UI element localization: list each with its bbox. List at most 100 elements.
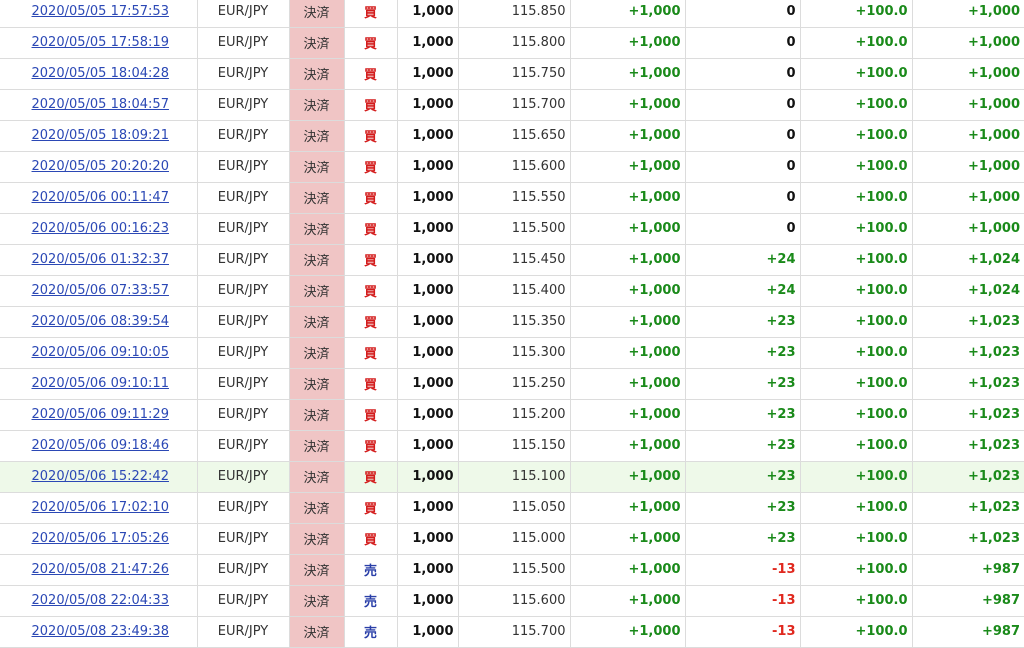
trade-datetime-link[interactable]: 2020/05/08 21:47:26 bbox=[32, 562, 169, 577]
trade-side-cell: 買 bbox=[344, 337, 398, 369]
rate-cell: 115.150 bbox=[458, 430, 571, 462]
pips-cell: +100.0 bbox=[800, 337, 913, 369]
rate-cell: 115.700 bbox=[458, 616, 571, 648]
pips-cell: +100.0 bbox=[800, 523, 913, 555]
trade-datetime-cell: 2020/05/05 18:04:28 bbox=[0, 58, 198, 90]
swap-cell: +24 bbox=[685, 275, 801, 307]
table-row: 2020/05/06 00:16:23 EUR/JPY 決済 買 1,000 1… bbox=[0, 213, 1024, 245]
trade-type-cell: 決済 bbox=[289, 120, 345, 152]
trade-datetime-link[interactable]: 2020/05/05 17:58:19 bbox=[32, 35, 169, 50]
trade-side-cell: 買 bbox=[344, 275, 398, 307]
trade-datetime-link[interactable]: 2020/05/05 20:20:20 bbox=[32, 159, 169, 174]
profit-loss-cell: +1,000 bbox=[570, 399, 686, 431]
trade-datetime-cell: 2020/05/06 17:05:26 bbox=[0, 523, 198, 555]
swap-cell: +23 bbox=[685, 399, 801, 431]
trade-datetime-cell: 2020/05/06 09:11:29 bbox=[0, 399, 198, 431]
trade-datetime-cell: 2020/05/06 17:02:10 bbox=[0, 492, 198, 524]
trade-datetime-link[interactable]: 2020/05/05 17:57:53 bbox=[32, 4, 169, 19]
table-row: 2020/05/05 18:04:28 EUR/JPY 決済 買 1,000 1… bbox=[0, 58, 1024, 90]
total-cell: +1,023 bbox=[912, 492, 1024, 524]
total-cell: +1,024 bbox=[912, 244, 1024, 276]
quantity-cell: 1,000 bbox=[397, 616, 459, 648]
trade-datetime-link[interactable]: 2020/05/06 15:22:42 bbox=[32, 469, 169, 484]
trade-type-cell: 決済 bbox=[289, 213, 345, 245]
trade-type-cell: 決済 bbox=[289, 399, 345, 431]
currency-pair-cell: EUR/JPY bbox=[197, 554, 290, 586]
trade-datetime-link[interactable]: 2020/05/05 18:09:21 bbox=[32, 128, 169, 143]
trade-datetime-cell: 2020/05/08 22:04:33 bbox=[0, 585, 198, 617]
swap-cell: -13 bbox=[685, 585, 801, 617]
quantity-cell: 1,000 bbox=[397, 492, 459, 524]
trade-type-cell: 決済 bbox=[289, 554, 345, 586]
total-cell: +1,000 bbox=[912, 120, 1024, 152]
quantity-cell: 1,000 bbox=[397, 182, 459, 214]
profit-loss-cell: +1,000 bbox=[570, 430, 686, 462]
pips-cell: +100.0 bbox=[800, 0, 913, 28]
trade-datetime-link[interactable]: 2020/05/08 23:49:38 bbox=[32, 624, 169, 639]
trade-datetime-link[interactable]: 2020/05/06 00:11:47 bbox=[32, 190, 169, 205]
trade-datetime-link[interactable]: 2020/05/06 09:10:05 bbox=[32, 345, 169, 360]
currency-pair-cell: EUR/JPY bbox=[197, 244, 290, 276]
currency-pair-cell: EUR/JPY bbox=[197, 492, 290, 524]
profit-loss-cell: +1,000 bbox=[570, 58, 686, 90]
quantity-cell: 1,000 bbox=[397, 89, 459, 121]
trade-side-cell: 買 bbox=[344, 120, 398, 152]
rate-cell: 115.050 bbox=[458, 492, 571, 524]
swap-cell: +23 bbox=[685, 430, 801, 462]
swap-cell: -13 bbox=[685, 616, 801, 648]
profit-loss-cell: +1,000 bbox=[570, 523, 686, 555]
swap-cell: -13 bbox=[685, 554, 801, 586]
trade-datetime-cell: 2020/05/08 23:49:38 bbox=[0, 616, 198, 648]
trade-side-cell: 売 bbox=[344, 554, 398, 586]
swap-cell: 0 bbox=[685, 120, 801, 152]
table-row: 2020/05/06 09:11:29 EUR/JPY 決済 買 1,000 1… bbox=[0, 399, 1024, 431]
rate-cell: 115.800 bbox=[458, 27, 571, 59]
trade-datetime-link[interactable]: 2020/05/06 09:10:11 bbox=[32, 376, 169, 391]
swap-cell: 0 bbox=[685, 27, 801, 59]
profit-loss-cell: +1,000 bbox=[570, 492, 686, 524]
trade-datetime-link[interactable]: 2020/05/06 09:18:46 bbox=[32, 438, 169, 453]
trade-datetime-link[interactable]: 2020/05/05 18:04:28 bbox=[32, 66, 169, 81]
trade-datetime-link[interactable]: 2020/05/06 00:16:23 bbox=[32, 221, 169, 236]
trade-type-cell: 決済 bbox=[289, 492, 345, 524]
quantity-cell: 1,000 bbox=[397, 337, 459, 369]
trade-datetime-link[interactable]: 2020/05/06 08:39:54 bbox=[32, 314, 169, 329]
currency-pair-cell: EUR/JPY bbox=[197, 523, 290, 555]
trade-history-table: 2020/05/05 17:57:53 EUR/JPY 決済 買 1,000 1… bbox=[0, 0, 1024, 648]
quantity-cell: 1,000 bbox=[397, 58, 459, 90]
swap-cell: +24 bbox=[685, 244, 801, 276]
trade-datetime-link[interactable]: 2020/05/06 17:02:10 bbox=[32, 500, 169, 515]
swap-cell: 0 bbox=[685, 58, 801, 90]
trade-datetime-link[interactable]: 2020/05/06 09:11:29 bbox=[32, 407, 169, 422]
trade-datetime-link[interactable]: 2020/05/06 17:05:26 bbox=[32, 531, 169, 546]
trade-datetime-link[interactable]: 2020/05/08 22:04:33 bbox=[32, 593, 169, 608]
trade-side-cell: 買 bbox=[344, 182, 398, 214]
swap-cell: +23 bbox=[685, 523, 801, 555]
profit-loss-cell: +1,000 bbox=[570, 182, 686, 214]
trade-side-cell: 買 bbox=[344, 523, 398, 555]
profit-loss-cell: +1,000 bbox=[570, 89, 686, 121]
pips-cell: +100.0 bbox=[800, 275, 913, 307]
profit-loss-cell: +1,000 bbox=[570, 461, 686, 493]
swap-cell: +23 bbox=[685, 337, 801, 369]
trade-datetime-link[interactable]: 2020/05/05 18:04:57 bbox=[32, 97, 169, 112]
trade-side-cell: 売 bbox=[344, 585, 398, 617]
quantity-cell: 1,000 bbox=[397, 27, 459, 59]
trade-datetime-cell: 2020/05/06 07:33:57 bbox=[0, 275, 198, 307]
total-cell: +1,000 bbox=[912, 89, 1024, 121]
total-cell: +987 bbox=[912, 585, 1024, 617]
trade-type-cell: 決済 bbox=[289, 275, 345, 307]
total-cell: +1,023 bbox=[912, 461, 1024, 493]
trade-side-cell: 買 bbox=[344, 430, 398, 462]
trade-datetime-cell: 2020/05/05 18:04:57 bbox=[0, 89, 198, 121]
total-cell: +1,024 bbox=[912, 275, 1024, 307]
trade-side-cell: 買 bbox=[344, 58, 398, 90]
trade-datetime-link[interactable]: 2020/05/06 07:33:57 bbox=[32, 283, 169, 298]
trade-type-cell: 決済 bbox=[289, 585, 345, 617]
trade-datetime-link[interactable]: 2020/05/06 01:32:37 bbox=[32, 252, 169, 267]
currency-pair-cell: EUR/JPY bbox=[197, 58, 290, 90]
currency-pair-cell: EUR/JPY bbox=[197, 27, 290, 59]
quantity-cell: 1,000 bbox=[397, 399, 459, 431]
rate-cell: 115.100 bbox=[458, 461, 571, 493]
currency-pair-cell: EUR/JPY bbox=[197, 399, 290, 431]
